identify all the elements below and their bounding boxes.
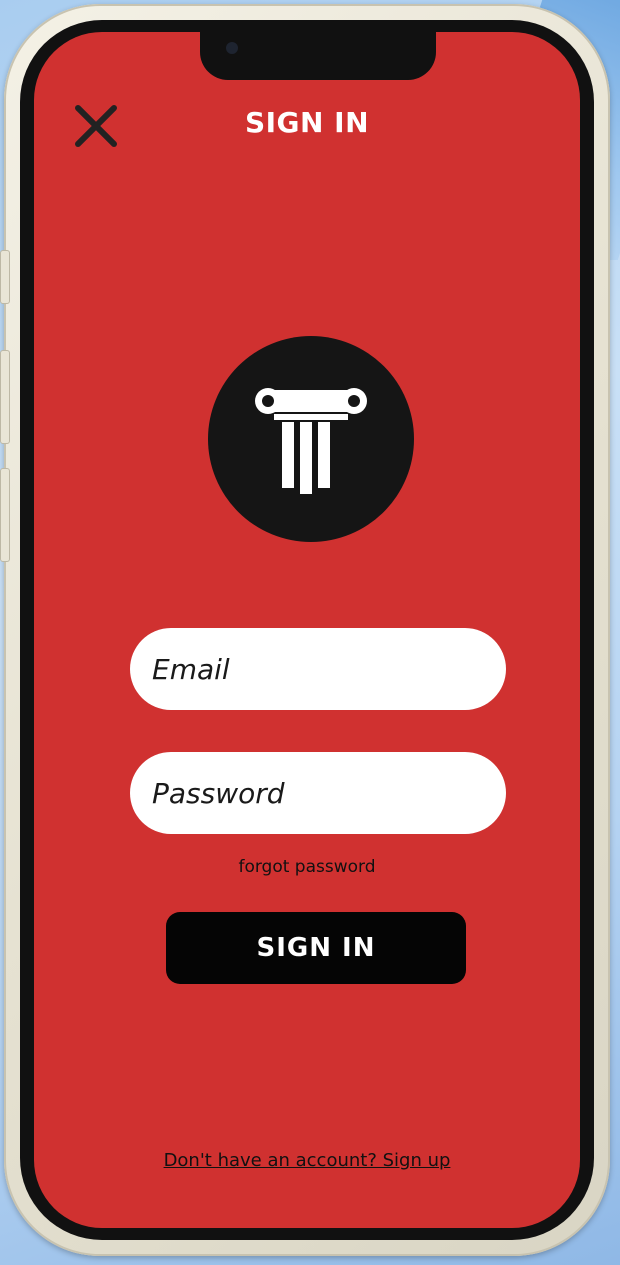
forgot-password-link[interactable]: forgot password: [34, 857, 580, 877]
phone-screen: SIGN IN forgot password SIGN IN Don't ha…: [34, 32, 580, 1228]
camera-icon: [226, 42, 238, 54]
sign-in-button[interactable]: SIGN IN: [166, 912, 466, 984]
ionic-column-icon: [255, 388, 367, 494]
notch: [200, 32, 436, 80]
side-button-volume-down: [0, 468, 10, 562]
page-title: SIGN IN: [244, 106, 370, 139]
password-field[interactable]: [130, 752, 506, 834]
side-button-silent: [0, 250, 10, 304]
side-button-volume-up: [0, 350, 10, 444]
app-logo: [208, 336, 414, 542]
sign-up-link[interactable]: Don't have an account? Sign up: [34, 1150, 580, 1171]
email-field[interactable]: [130, 628, 506, 710]
